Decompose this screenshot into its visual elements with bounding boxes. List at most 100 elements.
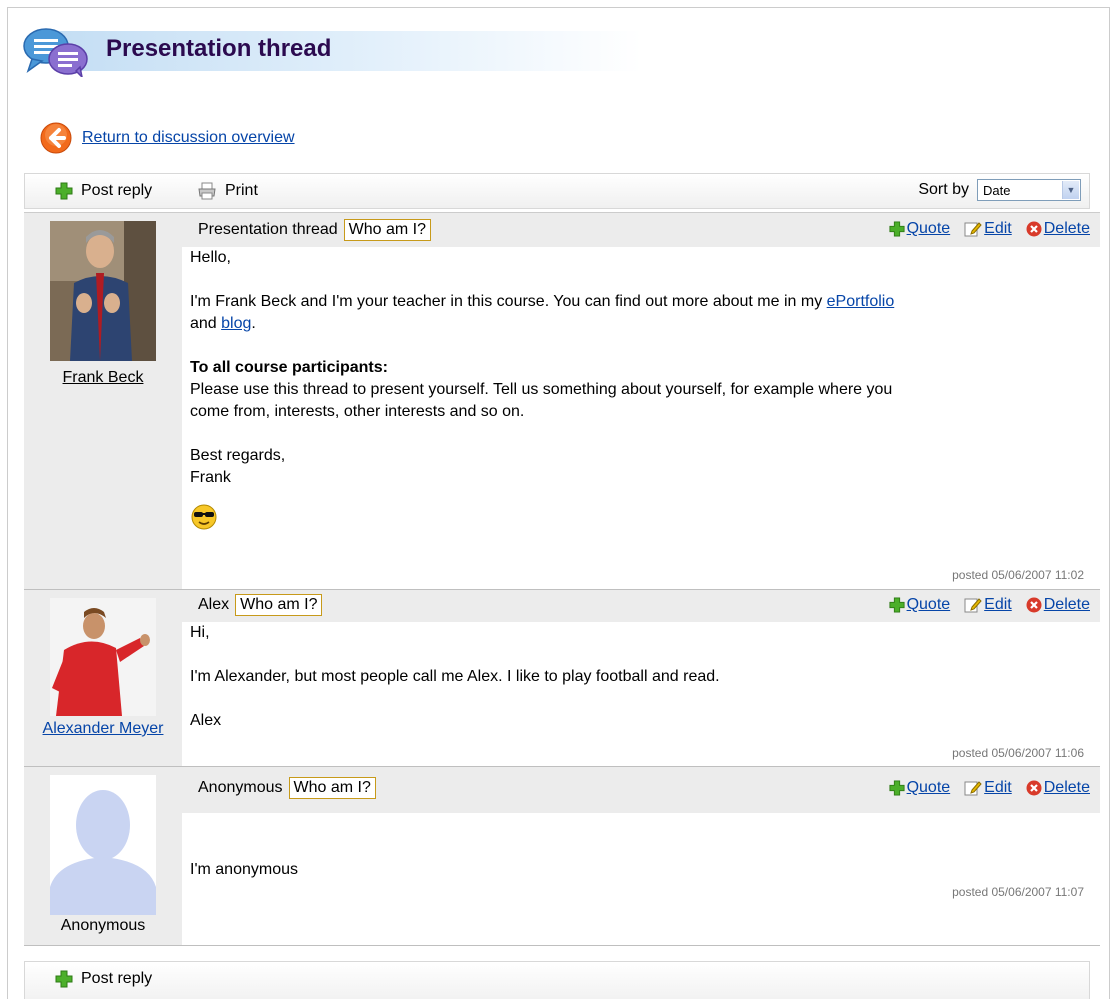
delete-button[interactable]: Delete — [1026, 596, 1090, 614]
post-reply-button-bottom[interactable]: Post reply — [55, 970, 152, 988]
body-text: I'm Frank Beck and I'm your teacher in t… — [190, 293, 827, 310]
post: Anonymous Anonymous Who am I? Quote Edit — [24, 767, 1100, 946]
post-header: Presentation thread Who am I? Quote Edit… — [182, 213, 1100, 247]
sort-value: Date — [983, 183, 1011, 198]
body-line: Hello, — [190, 249, 231, 266]
edit-link[interactable]: Edit — [984, 779, 1012, 797]
post-content: Alex Who am I? Quote Edit Delete Hi, I'm… — [182, 590, 1100, 766]
edit-link[interactable]: Edit — [984, 596, 1012, 614]
post-timestamp: posted 05/06/2007 11:07 — [952, 885, 1084, 899]
who-am-i-badge[interactable]: Who am I? — [288, 777, 376, 799]
post-actions: Quote Edit Delete — [875, 596, 1090, 614]
edit-button[interactable]: Edit — [964, 220, 1012, 238]
body-line: I'm Frank Beck and I'm your teacher in t… — [190, 291, 894, 313]
post-subject-text: Anonymous — [198, 779, 283, 796]
delete-link[interactable]: Delete — [1044, 596, 1090, 614]
plus-icon — [55, 970, 73, 988]
body-text: . — [251, 315, 256, 332]
sort-select[interactable]: Date ▼ — [977, 179, 1081, 201]
author-name[interactable]: Alexander Meyer — [24, 720, 182, 738]
plus-icon — [889, 221, 905, 237]
edit-pencil-icon — [964, 222, 982, 237]
post: Alexander Meyer Alex Who am I? Quote Edi… — [24, 590, 1100, 767]
post-timestamp: posted 05/06/2007 11:02 — [952, 568, 1084, 582]
body-line: and blog. — [190, 313, 894, 335]
return-to-overview-link[interactable]: Return to discussion overview — [82, 129, 295, 147]
delete-icon — [1026, 221, 1042, 237]
blog-link[interactable]: blog — [221, 315, 251, 332]
post-timestamp: posted 05/06/2007 11:06 — [952, 746, 1084, 760]
body-text: and — [190, 315, 222, 332]
quote-link[interactable]: Quote — [907, 779, 951, 797]
body-line: Please use this thread to present yourse… — [190, 381, 893, 398]
chevron-down-icon[interactable]: ▼ — [1062, 181, 1079, 199]
post-reply-button[interactable]: Post reply — [55, 182, 152, 200]
post: Frank Beck Presentation thread Who am I?… — [24, 213, 1100, 590]
return-link-row[interactable]: Return to discussion overview — [40, 122, 295, 154]
post-author-panel: Anonymous — [24, 767, 182, 945]
post-body: Hello, I'm Frank Beck and I'm your teach… — [190, 247, 894, 538]
who-am-i-badge[interactable]: Who am I? — [343, 219, 432, 241]
post-body: I'm anonymous — [190, 859, 298, 881]
post-author-panel: Alexander Meyer — [24, 590, 182, 766]
post-header: Alex Who am I? Quote Edit Delete — [182, 590, 1100, 622]
body-line: Hi, — [190, 624, 210, 641]
delete-link[interactable]: Delete — [1044, 220, 1090, 238]
eportfolio-link[interactable]: ePortfolio — [827, 293, 895, 310]
delete-icon — [1026, 597, 1042, 613]
quote-link[interactable]: Quote — [907, 596, 951, 614]
post-reply-label: Post reply — [81, 970, 153, 987]
body-line: come from, interests, other interests an… — [190, 403, 525, 420]
delete-button[interactable]: Delete — [1026, 779, 1090, 797]
quote-button[interactable]: Quote — [889, 779, 951, 797]
author-photo-alexander-meyer — [50, 598, 156, 716]
edit-button[interactable]: Edit — [964, 596, 1012, 614]
post-actions: Quote Edit Delete — [875, 220, 1090, 238]
body-line: Best regards, — [190, 447, 286, 464]
post-subject-text: Presentation thread — [198, 221, 338, 238]
edit-button[interactable]: Edit — [964, 779, 1012, 797]
post-content: Anonymous Who am I? Quote Edit Delete I'… — [182, 767, 1100, 945]
delete-icon — [1026, 780, 1042, 796]
thread-toolbar: Post reply Print Sort by Date ▼ — [24, 173, 1090, 209]
delete-link[interactable]: Delete — [1044, 779, 1090, 797]
body-line: I'm anonymous — [190, 861, 298, 878]
plus-icon — [889, 597, 905, 613]
cool-smiley-icon — [191, 504, 217, 530]
post-subject: Presentation thread Who am I? — [198, 219, 432, 241]
author-link[interactable]: Alexander Meyer — [43, 720, 164, 737]
post-header: Anonymous Who am I? Quote Edit Delete — [182, 767, 1100, 813]
page-header: Presentation thread — [22, 27, 642, 77]
body-line: Frank — [190, 469, 231, 486]
discussion-bubbles-icon — [23, 28, 88, 77]
post-subject: Anonymous Who am I? — [198, 777, 376, 799]
post-list: Frank Beck Presentation thread Who am I?… — [24, 212, 1100, 946]
footer-toolbar: Post reply — [24, 961, 1090, 999]
author-name: Anonymous — [60, 917, 146, 934]
plus-icon — [889, 780, 905, 796]
author-photo-frank-beck — [50, 221, 156, 361]
anonymous-avatar-icon — [50, 775, 156, 915]
body-line: Alex — [190, 712, 222, 729]
body-heading: To all course participants: — [190, 359, 388, 376]
back-arrow-icon[interactable] — [40, 122, 72, 154]
print-button[interactable]: Print — [197, 182, 258, 200]
quote-button[interactable]: Quote — [889, 220, 951, 238]
quote-button[interactable]: Quote — [889, 596, 951, 614]
author-name[interactable]: Frank Beck — [24, 369, 182, 387]
who-am-i-badge[interactable]: Who am I? — [235, 594, 323, 616]
edit-pencil-icon — [964, 781, 982, 796]
plus-icon — [55, 182, 73, 200]
page-title: Presentation thread — [106, 35, 332, 62]
body-line: I'm Alexander, but most people call me A… — [190, 668, 720, 685]
post-subject-text: Alex — [198, 596, 230, 613]
post-author-panel: Frank Beck — [24, 213, 182, 589]
post-actions: Quote Edit Delete — [875, 779, 1090, 797]
quote-link[interactable]: Quote — [907, 220, 951, 238]
edit-pencil-icon — [964, 598, 982, 613]
delete-button[interactable]: Delete — [1026, 220, 1090, 238]
printer-icon — [198, 182, 216, 200]
edit-link[interactable]: Edit — [984, 220, 1012, 238]
author-link[interactable]: Frank Beck — [63, 369, 144, 386]
print-label: Print — [225, 182, 258, 199]
